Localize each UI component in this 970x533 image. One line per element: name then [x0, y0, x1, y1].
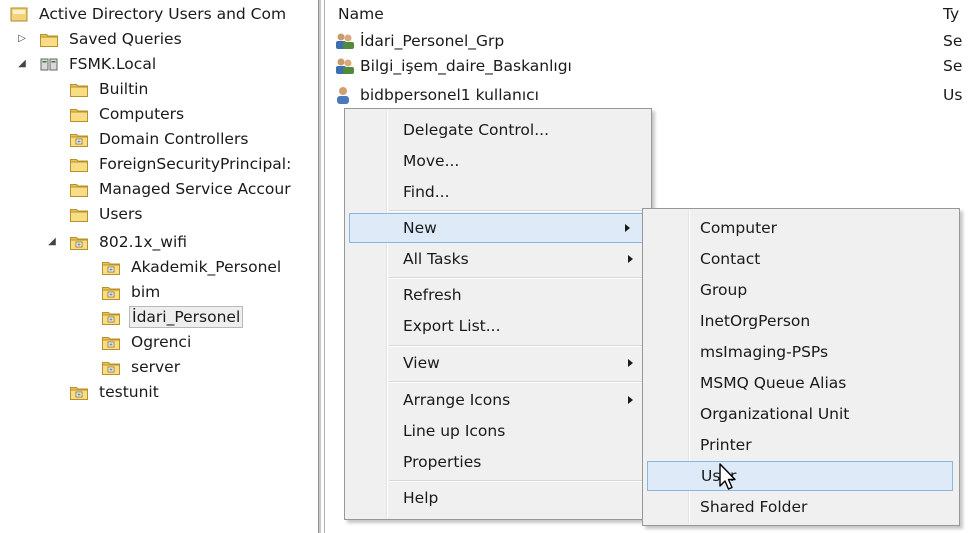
ou-icon [102, 335, 120, 350]
menu-item-refresh[interactable]: Refresh [347, 280, 649, 310]
column-header-type[interactable]: Ty [943, 3, 959, 25]
ou-icon [102, 260, 120, 275]
menu-item-view[interactable]: View [347, 348, 649, 378]
tree-item-802-1x-wifi[interactable]: 802.1x_wifi [70, 230, 189, 254]
column-header-name[interactable]: Name [338, 3, 384, 25]
ou-icon [102, 360, 120, 375]
tree-item-akademik-personel[interactable]: Akademik_Personel [102, 255, 283, 279]
tree-item-domain[interactable]: FSMK.Local [40, 52, 158, 76]
pane-divider [324, 0, 325, 533]
folder-icon [70, 107, 88, 122]
submenu-item-contact[interactable]: Contact [645, 244, 957, 274]
folder-icon [70, 207, 88, 222]
list-row-idari-personel-grp[interactable]: İdari_Personel_Grp [334, 29, 504, 53]
submenu-arrow-icon [625, 224, 630, 232]
tree-item-users[interactable]: Users [70, 202, 144, 226]
snapin-icon [10, 7, 28, 21]
console-tree: Active Directory Users and Com ▷ Saved Q… [0, 0, 318, 533]
menu-item-arrange-icons[interactable]: Arrange Icons [347, 385, 649, 415]
menu-item-help[interactable]: Help [347, 483, 649, 513]
folder-icon [40, 32, 58, 47]
menu-separator [389, 381, 647, 383]
menu-item-new[interactable]: New [349, 213, 647, 243]
menu-separator [389, 345, 647, 347]
menu-separator [389, 277, 647, 279]
submenu-item-group[interactable]: Group [645, 275, 957, 305]
tree-item-computers[interactable]: Computers [70, 102, 186, 126]
collapse-arrow-icon[interactable]: ◢ [16, 57, 28, 69]
tree-item-foreign-security-principals[interactable]: ForeignSecurityPrincipal: [70, 152, 293, 176]
list-cell-type: Se [943, 32, 963, 50]
submenu-item-msimaging-psps[interactable]: msImaging-PSPs [645, 337, 957, 367]
menu-item-move[interactable]: Move... [347, 146, 649, 176]
tree-root[interactable]: Active Directory Users and Com [10, 2, 288, 26]
pane-splitter[interactable] [318, 0, 321, 533]
submenu-item-computer[interactable]: Computer [645, 213, 957, 243]
group-icon [336, 58, 354, 74]
submenu-item-shared-folder[interactable]: Shared Folder [645, 492, 957, 522]
ou-icon [70, 385, 88, 400]
tree-item-server[interactable]: server [102, 355, 182, 379]
domain-icon [40, 58, 58, 70]
menu-item-properties[interactable]: Properties [347, 447, 649, 477]
menu-item-delegate-control[interactable]: Delegate Control... [347, 115, 649, 145]
submenu-arrow-icon [628, 255, 633, 263]
folder-icon [70, 82, 88, 97]
submenu-item-user[interactable]: User [647, 461, 953, 491]
menu-separator [389, 210, 647, 212]
menu-separator [389, 480, 647, 482]
user-icon [337, 87, 349, 104]
menu-item-line-up-icons[interactable]: Line up Icons [347, 416, 649, 446]
list-cell-type: Us [943, 86, 963, 104]
list-cell-type: Se [943, 57, 963, 75]
ou-icon [70, 235, 88, 250]
submenu-item-inetorgperson[interactable]: InetOrgPerson [645, 306, 957, 336]
menu-item-export-list[interactable]: Export List... [347, 311, 649, 341]
list-row-bidbpersonel1[interactable]: bidbpersonel1 kullanıcı [334, 83, 539, 107]
expand-arrow-icon[interactable]: ▷ [16, 32, 28, 44]
list-row-bilgi-islem[interactable]: Bilgi_işem_daire_Baskanlıgı [334, 54, 572, 78]
tree-item-testunit[interactable]: testunit [70, 380, 161, 404]
folder-icon [70, 157, 88, 172]
menu-item-find[interactable]: Find... [347, 177, 649, 207]
tree-item-ogrenci[interactable]: Ogrenci [102, 330, 193, 354]
folder-icon [70, 182, 88, 197]
new-submenu: Computer Contact Group InetOrgPerson msI… [642, 208, 960, 526]
tree-item-saved-queries[interactable]: Saved Queries [40, 27, 184, 51]
tree-item-builtin[interactable]: Builtin [70, 77, 150, 101]
collapse-arrow-icon[interactable]: ◢ [46, 235, 58, 247]
ou-icon [102, 310, 120, 325]
submenu-arrow-icon [628, 359, 633, 367]
tree-item-domain-controllers[interactable]: Domain Controllers [70, 127, 250, 151]
tree-root-label: Active Directory Users and Com [39, 5, 287, 23]
tree-item-idari-personel[interactable]: İdari_Personel [102, 305, 244, 329]
submenu-item-organizational-unit[interactable]: Organizational Unit [645, 399, 957, 429]
ou-icon [102, 285, 120, 300]
menu-item-all-tasks[interactable]: All Tasks [347, 244, 649, 274]
tree-item-managed-service-accounts[interactable]: Managed Service Accour [70, 177, 293, 201]
ou-icon [70, 132, 88, 147]
submenu-arrow-icon [628, 396, 633, 404]
submenu-item-msmq-queue-alias[interactable]: MSMQ Queue Alias [645, 368, 957, 398]
mouse-cursor-icon [719, 463, 736, 490]
submenu-item-printer[interactable]: Printer [645, 430, 957, 460]
group-icon [336, 33, 354, 49]
context-menu: Delegate Control... Move... Find... New … [344, 108, 652, 520]
tree-item-bim[interactable]: bim [102, 280, 162, 304]
